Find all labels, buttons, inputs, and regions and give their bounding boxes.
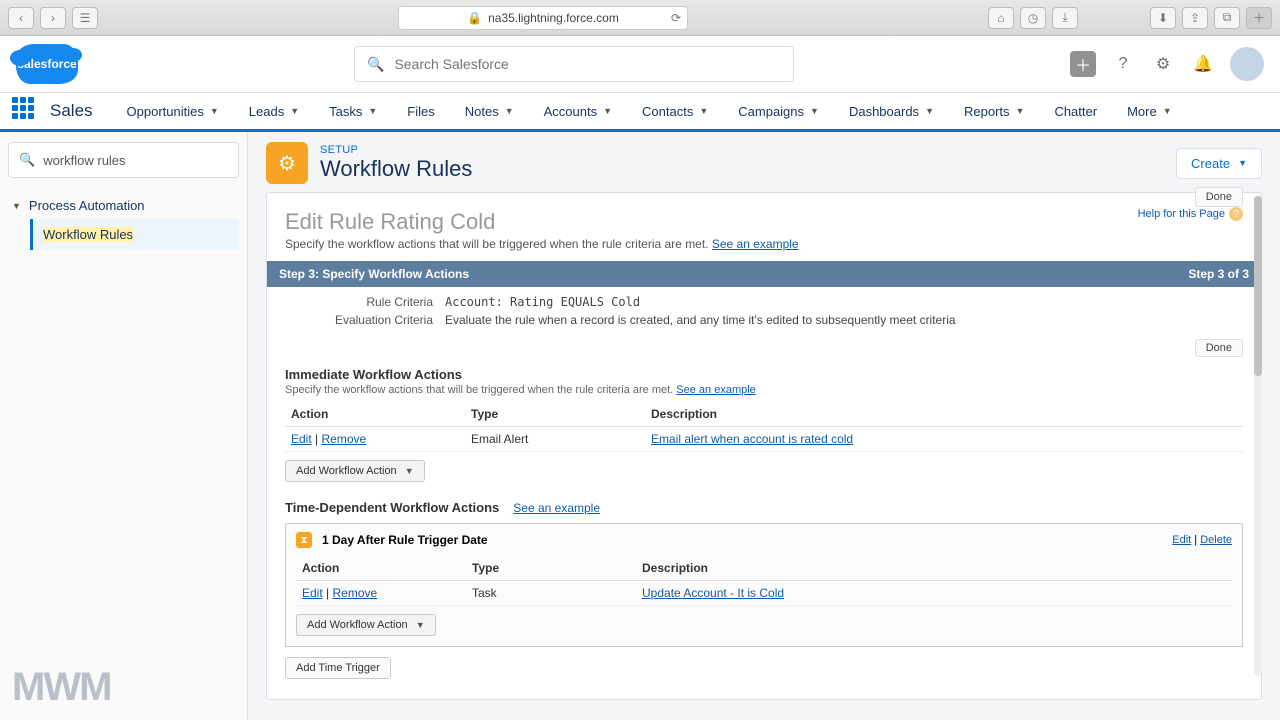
history-icon[interactable]: ◷: [1020, 7, 1046, 29]
delete-trigger-link[interactable]: Delete: [1200, 534, 1232, 546]
nav-tasks[interactable]: Tasks▼: [315, 91, 391, 131]
edit-rule-title: Edit Rule Rating Cold: [267, 193, 1261, 237]
setup-sidebar: 🔍 workflow rules ▼ Process Automation Wo…: [0, 132, 248, 720]
help-icon[interactable]: ?: [1110, 51, 1136, 77]
nav-leads[interactable]: Leads▼: [235, 91, 313, 131]
sidebar-toggle[interactable]: ☰: [72, 7, 98, 29]
sidebar-search-text: workflow rules: [43, 153, 125, 168]
browser-toolbar: ‹ › ☰ 🔒 na35.lightning.force.com ⟳ ⌂ ◷ ⤓…: [0, 0, 1280, 36]
step-bar: Step 3: Specify Workflow ActionsStep 3 o…: [267, 261, 1261, 287]
time-trigger-title: 1 Day After Rule Trigger Date: [322, 533, 488, 547]
tabs-icon[interactable]: ⧉: [1214, 7, 1240, 29]
see-example-link[interactable]: See an example: [513, 501, 600, 515]
chevron-down-icon: ▼: [416, 620, 425, 630]
page-title: Workflow Rules: [320, 156, 472, 182]
time-trigger-box: ⧗ 1 Day After Rule Trigger Date Edit | D…: [285, 523, 1243, 647]
reload-icon[interactable]: ⟳: [671, 11, 681, 25]
classic-iframe-panel: Done Help for this Page? Edit Rule Ratin…: [266, 192, 1262, 700]
lock-icon: 🔒: [467, 11, 482, 25]
home-icon[interactable]: ⌂: [988, 7, 1014, 29]
edit-rule-subtitle: Specify the workflow actions that will b…: [267, 237, 1261, 261]
app-name: Sales: [50, 101, 93, 121]
edit-link[interactable]: Edit: [291, 432, 312, 446]
salesforce-logo[interactable]: salesforce: [16, 44, 78, 84]
downloads-tray-icon[interactable]: ⤓: [1052, 7, 1078, 29]
time-actions-table: Action Type Description Edit | Remove Ta…: [296, 556, 1232, 606]
search-icon: 🔍: [19, 152, 35, 168]
back-button[interactable]: ‹: [8, 7, 34, 29]
sidebar-search[interactable]: 🔍 workflow rules: [8, 142, 239, 178]
immediate-actions-table: Action Type Description Edit | Remove Em…: [285, 402, 1243, 452]
nav-reports[interactable]: Reports▼: [950, 91, 1038, 131]
global-add-icon[interactable]: ＋: [1070, 51, 1096, 77]
nav-campaigns[interactable]: Campaigns▼: [724, 91, 833, 131]
done-button[interactable]: Done: [1195, 187, 1243, 207]
add-workflow-action-button[interactable]: Add Workflow Action▼: [296, 614, 436, 636]
table-row: Edit | Remove Task Update Account - It i…: [296, 581, 1232, 606]
notifications-icon[interactable]: 🔔: [1190, 51, 1216, 77]
search-input[interactable]: [394, 56, 781, 72]
create-button[interactable]: Create▼: [1176, 148, 1262, 179]
nav-contacts[interactable]: Contacts▼: [628, 91, 722, 131]
setup-gear-icon[interactable]: ⚙: [1150, 51, 1176, 77]
nav-files[interactable]: Files: [393, 91, 448, 131]
url-text: na35.lightning.force.com: [488, 11, 619, 25]
new-tab-icon[interactable]: ＋: [1246, 7, 1272, 29]
download-icon[interactable]: ⬇: [1150, 7, 1176, 29]
help-for-page[interactable]: Help for this Page?: [1138, 207, 1243, 221]
main-content: ⚙ SETUP Workflow Rules Create▼ Done Help…: [248, 132, 1280, 720]
remove-link[interactable]: Remove: [332, 586, 377, 600]
time-dependent-header: Time-Dependent Workflow Actions: [285, 500, 499, 515]
nav-opportunities[interactable]: Opportunities▼: [113, 91, 233, 131]
global-search[interactable]: 🔍: [354, 46, 794, 82]
setup-eyebrow: SETUP: [320, 144, 472, 156]
app-nav: Sales Opportunities▼ Leads▼ Tasks▼ Files…: [0, 92, 1280, 132]
see-example-link[interactable]: See an example: [712, 237, 799, 251]
done-button-inline[interactable]: Done: [1195, 339, 1243, 357]
action-desc-link[interactable]: Update Account - It is Cold: [642, 586, 784, 600]
scrollbar[interactable]: [1254, 196, 1262, 676]
chevron-down-icon: ▼: [210, 106, 219, 116]
avatar[interactable]: [1230, 47, 1264, 81]
search-icon: 🔍: [367, 56, 384, 73]
global-header: salesforce 🔍 ＋ ? ⚙ 🔔: [0, 36, 1280, 92]
remove-link[interactable]: Remove: [321, 432, 366, 446]
tree-workflow-rules[interactable]: Workflow Rules: [30, 219, 239, 250]
chevron-down-icon: ▼: [12, 201, 21, 211]
edit-link[interactable]: Edit: [302, 586, 323, 600]
edit-trigger-link[interactable]: Edit: [1172, 534, 1191, 546]
rule-criteria-block: Rule Criteria Account: Rating EQUALS Col…: [267, 287, 1261, 335]
nav-notes[interactable]: Notes▼: [451, 91, 528, 131]
immediate-actions-header: Immediate Workflow Actions: [267, 357, 1261, 384]
tree-process-automation[interactable]: ▼ Process Automation: [8, 192, 239, 219]
nav-accounts[interactable]: Accounts▼: [530, 91, 626, 131]
share-icon[interactable]: ⇪: [1182, 7, 1208, 29]
chevron-down-icon: ▼: [1238, 158, 1247, 168]
see-example-link[interactable]: See an example: [676, 384, 756, 396]
action-desc-link[interactable]: Email alert when account is rated cold: [651, 432, 853, 446]
app-launcher-icon[interactable]: [12, 97, 40, 125]
forward-button[interactable]: ›: [40, 7, 66, 29]
nav-chatter[interactable]: Chatter: [1040, 91, 1111, 131]
chevron-down-icon: ▼: [405, 466, 414, 476]
gear-icon: ⚙: [266, 142, 308, 184]
add-time-trigger-button[interactable]: Add Time Trigger: [285, 657, 391, 679]
hourglass-icon: ⧗: [296, 532, 312, 548]
nav-more[interactable]: More▼: [1113, 91, 1186, 131]
add-workflow-action-button[interactable]: Add Workflow Action▼: [285, 460, 425, 482]
watermark: MWM: [12, 665, 110, 710]
table-row: Edit | Remove Email Alert Email alert wh…: [285, 427, 1243, 452]
url-bar[interactable]: 🔒 na35.lightning.force.com ⟳: [398, 6, 688, 30]
nav-dashboards[interactable]: Dashboards▼: [835, 91, 948, 131]
